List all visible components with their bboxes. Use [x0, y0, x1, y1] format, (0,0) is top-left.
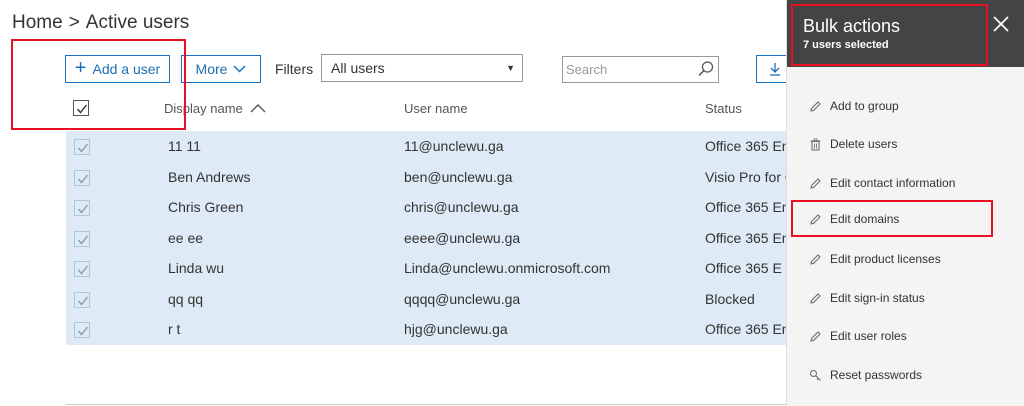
breadcrumb: Home > Active users — [12, 12, 189, 34]
active-users-page: Home > Active users + Add a user More Filt… — [0, 0, 1024, 406]
action-add-to-group[interactable]: Add to group — [809, 95, 899, 117]
user-display-name[interactable]: Ben Andrews — [168, 169, 251, 185]
key-icon — [810, 369, 821, 381]
pencil-icon — [810, 177, 821, 189]
row-checkbox[interactable] — [74, 231, 90, 247]
pencil-icon — [810, 253, 821, 265]
action-label: Edit user roles — [830, 329, 907, 343]
row-checkbox[interactable] — [74, 170, 90, 186]
action-label: Add to group — [830, 99, 899, 113]
annotation-highlight-box — [791, 4, 988, 66]
column-header-user-name[interactable]: User name — [404, 101, 468, 116]
action-reset-passwords[interactable]: Reset passwords — [809, 364, 922, 386]
pencil-icon — [810, 100, 821, 112]
user-name: qqqq@unclewu.ga — [404, 291, 521, 307]
breadcrumb-separator: > — [68, 12, 80, 33]
table-row[interactable]: ee ee eeee@unclewu.ga Office 365 En — [66, 223, 786, 253]
annotation-highlight-box — [11, 39, 186, 130]
sort-up-icon — [250, 104, 266, 113]
user-name: eeee@unclewu.ga — [404, 230, 521, 246]
check-icon — [77, 143, 89, 153]
table-row[interactable]: qq qq qqqq@unclewu.ga Blocked — [66, 284, 786, 314]
table-row[interactable]: Linda wu Linda@unclewu.onmicrosoft.com O… — [66, 253, 786, 283]
breadcrumb-home[interactable]: Home — [12, 12, 63, 33]
user-display-name[interactable]: 11 11 — [168, 138, 201, 154]
row-checkbox[interactable] — [74, 139, 90, 155]
user-display-name[interactable]: Chris Green — [168, 199, 243, 215]
user-name: hjg@unclewu.ga — [404, 321, 508, 337]
search-icon[interactable] — [697, 60, 715, 78]
table-row[interactable]: r t hjg@unclewu.ga Office 365 En — [66, 314, 786, 344]
user-status: Office 365 En — [705, 199, 786, 215]
user-name: ben@unclewu.ga — [404, 169, 513, 185]
user-display-name[interactable]: r t — [168, 321, 180, 337]
action-label: Edit product licenses — [830, 252, 941, 266]
user-display-name[interactable]: Linda wu — [168, 260, 224, 276]
filter-value: All users — [331, 60, 385, 76]
table-row[interactable]: Chris Green chris@unclewu.ga Office 365 … — [66, 192, 786, 222]
action-label: Reset passwords — [830, 368, 923, 382]
check-icon — [77, 174, 89, 184]
check-icon — [77, 296, 89, 306]
table-row[interactable]: Ben Andrews ben@unclewu.ga Visio Pro for… — [66, 162, 786, 192]
user-status: Office 365 En — [705, 321, 786, 337]
user-status: Office 365 En — [705, 230, 786, 246]
column-header-status[interactable]: Status — [705, 101, 742, 116]
user-name: 11@unclewu.ga — [404, 138, 504, 154]
filters-label: Filters — [275, 61, 314, 77]
action-label: Edit sign-in status — [830, 291, 925, 305]
user-status: Office 365 E — [705, 260, 782, 276]
user-name: chris@unclewu.ga — [404, 199, 519, 215]
close-icon[interactable] — [992, 15, 1010, 33]
check-icon — [77, 204, 89, 214]
chevron-down-icon — [233, 65, 246, 73]
row-checkbox[interactable] — [74, 292, 90, 308]
row-checkbox[interactable] — [74, 322, 90, 338]
row-checkbox[interactable] — [74, 200, 90, 216]
action-edit-user-roles[interactable]: Edit user roles — [809, 325, 907, 347]
table-row[interactable]: 11 11 11@unclewu.ga Office 365 En — [66, 131, 786, 161]
download-icon — [770, 63, 780, 76]
check-icon — [77, 265, 89, 275]
row-checkbox[interactable] — [74, 261, 90, 277]
action-delete-users[interactable]: Delete users — [809, 133, 897, 155]
pencil-icon — [810, 330, 821, 342]
filter-dropdown[interactable]: All users ▼ — [321, 54, 523, 82]
trash-icon — [810, 138, 821, 150]
action-label: Delete users — [830, 137, 898, 151]
annotation-highlight-box — [791, 200, 993, 237]
user-name: Linda@unclewu.onmicrosoft.com — [404, 260, 611, 276]
user-status: Blocked — [705, 291, 755, 307]
action-edit-contact-information[interactable]: Edit contact information — [809, 172, 955, 194]
user-display-name[interactable]: qq qq — [168, 291, 203, 307]
user-status: Office 365 En — [705, 138, 786, 154]
user-status: Visio Pro for O — [705, 169, 786, 185]
user-display-name[interactable]: ee ee — [168, 230, 203, 246]
table-bottom-divider — [66, 404, 786, 405]
search-input[interactable] — [562, 56, 719, 83]
breadcrumb-current: Active users — [85, 12, 190, 33]
user-table-body: 11 11 11@unclewu.ga Office 365 En Ben An… — [66, 131, 786, 345]
action-label: Edit contact information — [830, 176, 956, 190]
caret-down-icon: ▼ — [506, 63, 515, 73]
action-edit-product-licenses[interactable]: Edit product licenses — [809, 248, 941, 270]
more-label: More — [195, 61, 228, 77]
check-icon — [77, 235, 89, 245]
action-edit-sign-in-status[interactable]: Edit sign-in status — [809, 287, 925, 309]
pencil-icon — [810, 292, 821, 304]
check-icon — [77, 326, 89, 336]
more-button[interactable]: More — [181, 55, 261, 83]
